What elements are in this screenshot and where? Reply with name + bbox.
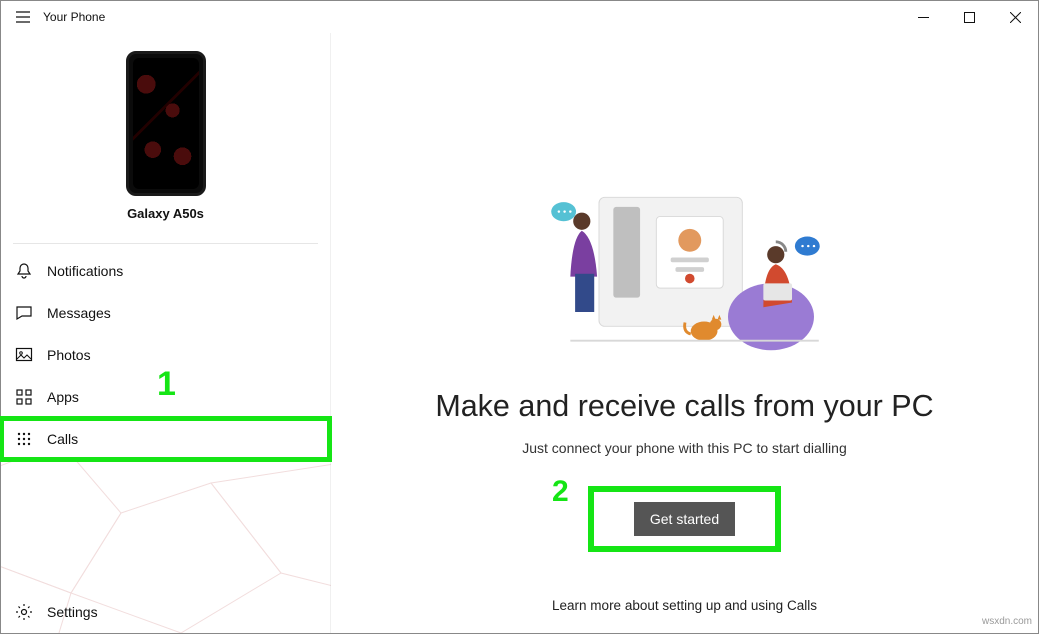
nav-label: Notifications xyxy=(47,263,123,279)
maximize-button[interactable] xyxy=(946,1,992,33)
window-controls xyxy=(900,1,1038,33)
app-title: Your Phone xyxy=(43,10,105,24)
nav-calls[interactable]: Calls xyxy=(1,418,330,460)
divider xyxy=(13,243,318,244)
subtext: Just connect your phone with this PC to … xyxy=(522,440,847,456)
dialpad-icon xyxy=(15,430,33,448)
hero-illustration xyxy=(535,183,835,355)
nav-list: Notifications Messages Photos Apps Calls xyxy=(1,250,330,460)
watermark: wsxdn.com xyxy=(982,616,1032,627)
title-bar: Your Phone xyxy=(1,1,1038,33)
sidebar: Galaxy A50s Notifications Messages Photo… xyxy=(1,33,331,633)
nav-label: Messages xyxy=(47,305,111,321)
headline: Make and receive calls from your PC xyxy=(435,389,933,424)
get-started-button[interactable]: Get started xyxy=(634,502,735,536)
nav-label: Settings xyxy=(47,604,98,620)
device-thumbnail[interactable] xyxy=(126,51,206,196)
nav-notifications[interactable]: Notifications xyxy=(1,250,330,292)
nav-settings[interactable]: Settings xyxy=(1,591,330,633)
annotation-step-1: 1 xyxy=(157,365,176,404)
nav-messages[interactable]: Messages xyxy=(1,292,330,334)
learn-more-link[interactable]: Learn more about setting up and using Ca… xyxy=(552,598,817,613)
main-panel: Make and receive calls from your PC Just… xyxy=(331,33,1038,633)
nav-label: Calls xyxy=(47,431,78,447)
message-icon xyxy=(15,304,33,322)
nav-label: Photos xyxy=(47,347,91,363)
nav-label: Apps xyxy=(47,389,79,405)
bell-icon xyxy=(15,262,33,280)
photo-icon xyxy=(15,346,33,364)
annotation-step-2: 2 xyxy=(552,475,569,509)
apps-icon xyxy=(15,388,33,406)
gear-icon xyxy=(15,603,33,621)
minimize-button[interactable] xyxy=(900,1,946,33)
cta-highlight: Get started xyxy=(588,486,781,552)
close-button[interactable] xyxy=(992,1,1038,33)
device-name: Galaxy A50s xyxy=(1,206,330,221)
menu-icon[interactable] xyxy=(9,3,37,31)
